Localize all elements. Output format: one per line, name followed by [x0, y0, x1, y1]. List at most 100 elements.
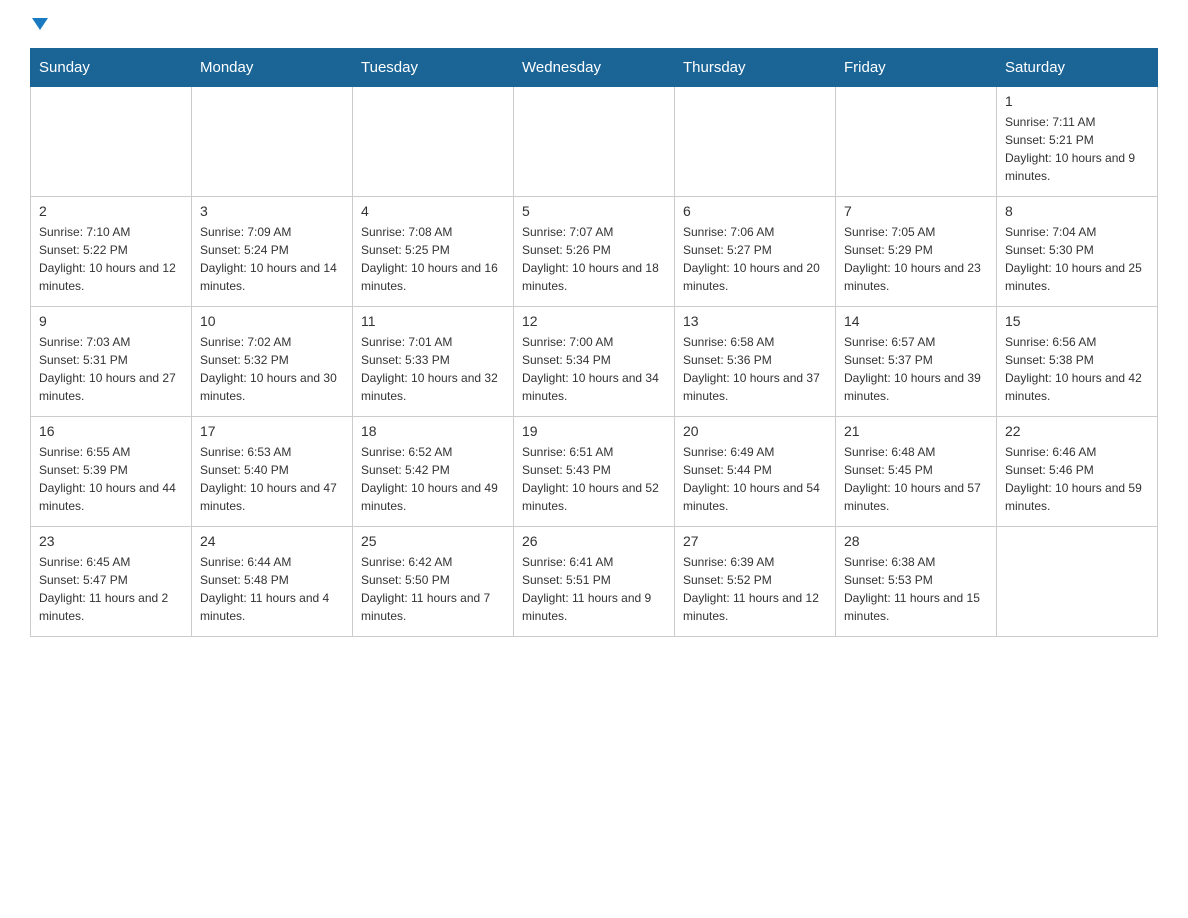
day-number: 1 — [1005, 93, 1149, 109]
day-number: 17 — [200, 423, 344, 439]
calendar-day-cell: 16 Sunrise: 6:55 AM Sunset: 5:39 PM Dayli… — [31, 417, 192, 527]
calendar-day-cell — [514, 87, 675, 197]
day-of-week-header: Saturday — [997, 49, 1158, 87]
day-number: 3 — [200, 203, 344, 219]
calendar-day-cell: 18 Sunrise: 6:52 AM Sunset: 5:42 PM Dayli… — [353, 417, 514, 527]
calendar-week-row: 16 Sunrise: 6:55 AM Sunset: 5:39 PM Dayli… — [31, 417, 1158, 527]
day-info: Sunrise: 7:03 AM Sunset: 5:31 PM Dayligh… — [39, 333, 183, 405]
calendar-day-cell: 6 Sunrise: 7:06 AM Sunset: 5:27 PM Daylig… — [675, 197, 836, 307]
calendar-day-cell: 27 Sunrise: 6:39 AM Sunset: 5:52 PM Dayli… — [675, 527, 836, 637]
calendar-week-row: 9 Sunrise: 7:03 AM Sunset: 5:31 PM Daylig… — [31, 307, 1158, 417]
logo — [30, 20, 48, 32]
day-info: Sunrise: 6:56 AM Sunset: 5:38 PM Dayligh… — [1005, 333, 1149, 405]
day-of-week-header: Thursday — [675, 49, 836, 87]
day-info: Sunrise: 6:55 AM Sunset: 5:39 PM Dayligh… — [39, 443, 183, 515]
day-info: Sunrise: 7:07 AM Sunset: 5:26 PM Dayligh… — [522, 223, 666, 295]
day-of-week-header: Tuesday — [353, 49, 514, 87]
calendar-day-cell — [997, 527, 1158, 637]
day-number: 19 — [522, 423, 666, 439]
calendar-header-row: SundayMondayTuesdayWednesdayThursdayFrid… — [31, 49, 1158, 87]
day-number: 7 — [844, 203, 988, 219]
day-number: 6 — [683, 203, 827, 219]
day-number: 27 — [683, 533, 827, 549]
day-of-week-header: Friday — [836, 49, 997, 87]
day-info: Sunrise: 6:58 AM Sunset: 5:36 PM Dayligh… — [683, 333, 827, 405]
day-number: 4 — [361, 203, 505, 219]
day-info: Sunrise: 6:44 AM Sunset: 5:48 PM Dayligh… — [200, 553, 344, 625]
calendar-week-row: 2 Sunrise: 7:10 AM Sunset: 5:22 PM Daylig… — [31, 197, 1158, 307]
day-info: Sunrise: 6:53 AM Sunset: 5:40 PM Dayligh… — [200, 443, 344, 515]
calendar-day-cell: 25Sunrise: 6:42 AM Sunset: 5:50 PM Dayli… — [353, 527, 514, 637]
calendar-day-cell — [192, 87, 353, 197]
calendar-day-cell: 15Sunrise: 6:56 AM Sunset: 5:38 PM Dayli… — [997, 307, 1158, 417]
day-number: 16 — [39, 423, 183, 439]
day-info: Sunrise: 6:39 AM Sunset: 5:52 PM Dayligh… — [683, 553, 827, 625]
calendar-day-cell: 14 Sunrise: 6:57 AM Sunset: 5:37 PM Dayli… — [836, 307, 997, 417]
calendar-day-cell: 4 Sunrise: 7:08 AM Sunset: 5:25 PM Daylig… — [353, 197, 514, 307]
day-info: Sunrise: 7:10 AM Sunset: 5:22 PM Dayligh… — [39, 223, 183, 295]
calendar-day-cell: 5 Sunrise: 7:07 AM Sunset: 5:26 PM Daylig… — [514, 197, 675, 307]
calendar-day-cell: 17 Sunrise: 6:53 AM Sunset: 5:40 PM Dayli… — [192, 417, 353, 527]
day-number: 24 — [200, 533, 344, 549]
day-number: 8 — [1005, 203, 1149, 219]
page-header — [30, 20, 1158, 32]
calendar-day-cell — [31, 87, 192, 197]
day-number: 11 — [361, 313, 505, 329]
day-number: 9 — [39, 313, 183, 329]
day-number: 14 — [844, 313, 988, 329]
day-info: Sunrise: 6:46 AM Sunset: 5:46 PM Dayligh… — [1005, 443, 1149, 515]
calendar-day-cell: 13 Sunrise: 6:58 AM Sunset: 5:36 PM Dayli… — [675, 307, 836, 417]
day-info: Sunrise: 7:02 AM Sunset: 5:32 PM Dayligh… — [200, 333, 344, 405]
day-info: Sunrise: 6:38 AM Sunset: 5:53 PM Dayligh… — [844, 553, 988, 625]
calendar-day-cell: 11 Sunrise: 7:01 AM Sunset: 5:33 PM Dayli… — [353, 307, 514, 417]
day-of-week-header: Monday — [192, 49, 353, 87]
day-info: Sunrise: 6:57 AM Sunset: 5:37 PM Dayligh… — [844, 333, 988, 405]
day-info: Sunrise: 7:04 AM Sunset: 5:30 PM Dayligh… — [1005, 223, 1149, 295]
calendar-day-cell: 28Sunrise: 6:38 AM Sunset: 5:53 PM Dayli… — [836, 527, 997, 637]
day-of-week-header: Sunday — [31, 49, 192, 87]
calendar-day-cell — [353, 87, 514, 197]
day-number: 22 — [1005, 423, 1149, 439]
day-info: Sunrise: 7:05 AM Sunset: 5:29 PM Dayligh… — [844, 223, 988, 295]
calendar-day-cell: 9 Sunrise: 7:03 AM Sunset: 5:31 PM Daylig… — [31, 307, 192, 417]
calendar-table: SundayMondayTuesdayWednesdayThursdayFrid… — [30, 48, 1158, 637]
day-info: Sunrise: 6:49 AM Sunset: 5:44 PM Dayligh… — [683, 443, 827, 515]
day-number: 25 — [361, 533, 505, 549]
day-number: 13 — [683, 313, 827, 329]
calendar-day-cell: 7 Sunrise: 7:05 AM Sunset: 5:29 PM Daylig… — [836, 197, 997, 307]
day-number: 5 — [522, 203, 666, 219]
day-number: 2 — [39, 203, 183, 219]
day-number: 23 — [39, 533, 183, 549]
day-of-week-header: Wednesday — [514, 49, 675, 87]
day-info: Sunrise: 6:45 AM Sunset: 5:47 PM Dayligh… — [39, 553, 183, 625]
calendar-day-cell: 3 Sunrise: 7:09 AM Sunset: 5:24 PM Daylig… — [192, 197, 353, 307]
calendar-day-cell: 22 Sunrise: 6:46 AM Sunset: 5:46 PM Dayli… — [997, 417, 1158, 527]
day-info: Sunrise: 7:08 AM Sunset: 5:25 PM Dayligh… — [361, 223, 505, 295]
calendar-day-cell: 12Sunrise: 7:00 AM Sunset: 5:34 PM Dayli… — [514, 307, 675, 417]
calendar-day-cell: 20Sunrise: 6:49 AM Sunset: 5:44 PM Dayli… — [675, 417, 836, 527]
day-info: Sunrise: 7:09 AM Sunset: 5:24 PM Dayligh… — [200, 223, 344, 295]
calendar-day-cell: 10 Sunrise: 7:02 AM Sunset: 5:32 PM Dayli… — [192, 307, 353, 417]
day-info: Sunrise: 7:00 AM Sunset: 5:34 PM Dayligh… — [522, 333, 666, 405]
day-number: 21 — [844, 423, 988, 439]
day-info: Sunrise: 7:11 AM Sunset: 5:21 PM Dayligh… — [1005, 113, 1149, 185]
calendar-day-cell: 8 Sunrise: 7:04 AM Sunset: 5:30 PM Daylig… — [997, 197, 1158, 307]
calendar-day-cell: 26 Sunrise: 6:41 AM Sunset: 5:51 PM Dayli… — [514, 527, 675, 637]
day-info: Sunrise: 7:06 AM Sunset: 5:27 PM Dayligh… — [683, 223, 827, 295]
calendar-day-cell — [675, 87, 836, 197]
day-number: 26 — [522, 533, 666, 549]
calendar-week-row: 1 Sunrise: 7:11 AM Sunset: 5:21 PM Daylig… — [31, 87, 1158, 197]
day-number: 18 — [361, 423, 505, 439]
calendar-week-row: 23 Sunrise: 6:45 AM Sunset: 5:47 PM Dayli… — [31, 527, 1158, 637]
day-number: 10 — [200, 313, 344, 329]
calendar-day-cell: 21Sunrise: 6:48 AM Sunset: 5:45 PM Dayli… — [836, 417, 997, 527]
day-info: Sunrise: 6:52 AM Sunset: 5:42 PM Dayligh… — [361, 443, 505, 515]
calendar-day-cell: 24 Sunrise: 6:44 AM Sunset: 5:48 PM Dayli… — [192, 527, 353, 637]
calendar-day-cell: 19Sunrise: 6:51 AM Sunset: 5:43 PM Dayli… — [514, 417, 675, 527]
day-info: Sunrise: 6:41 AM Sunset: 5:51 PM Dayligh… — [522, 553, 666, 625]
calendar-day-cell: 1 Sunrise: 7:11 AM Sunset: 5:21 PM Daylig… — [997, 87, 1158, 197]
calendar-day-cell: 2 Sunrise: 7:10 AM Sunset: 5:22 PM Daylig… — [31, 197, 192, 307]
logo-triangle-icon — [32, 18, 48, 30]
calendar-day-cell — [836, 87, 997, 197]
day-info: Sunrise: 7:01 AM Sunset: 5:33 PM Dayligh… — [361, 333, 505, 405]
